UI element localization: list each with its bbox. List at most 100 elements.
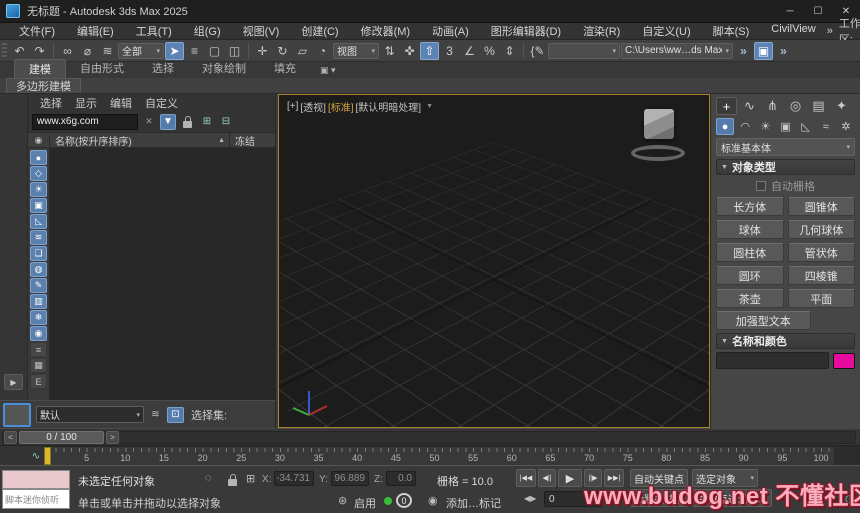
spinner-arrows-icon[interactable]: ▲ ▼ bbox=[592, 495, 597, 504]
collapse-tree-icon[interactable]: ⊟ bbox=[218, 114, 234, 130]
display-groups-icon[interactable]: ❏ bbox=[30, 246, 47, 261]
add-time-tag[interactable]: 添加…标记 bbox=[446, 495, 501, 511]
menu-item-10[interactable]: 自定义(U) bbox=[631, 23, 701, 39]
primitive-button-5[interactable]: 管状体 bbox=[787, 243, 855, 262]
explorer-menu-select[interactable]: 选择 bbox=[40, 95, 62, 111]
next-frame-button[interactable]: ||▶ bbox=[584, 469, 602, 487]
menu-item-4[interactable]: 视图(V) bbox=[232, 23, 291, 39]
frozen-column-header[interactable]: 冻结 bbox=[229, 132, 275, 148]
viewport-menu-pov[interactable]: [透视] bbox=[300, 99, 326, 114]
menu-item-7[interactable]: 动画(A) bbox=[421, 23, 480, 39]
selection-filter-dropdown[interactable]: 全部 ▾ bbox=[118, 42, 164, 59]
display-containers-icon[interactable]: ▥ bbox=[30, 294, 47, 309]
menu-item-5[interactable]: 创建(C) bbox=[290, 23, 349, 39]
menu-item-12[interactable]: CivilView bbox=[760, 23, 826, 39]
goto-end-button[interactable]: ▶▶| bbox=[604, 469, 624, 487]
macro-recorder-field[interactable] bbox=[2, 470, 70, 489]
select-rotate-icon[interactable]: ↻ bbox=[273, 42, 292, 60]
current-frame-marker[interactable] bbox=[44, 447, 51, 465]
ribbon-tab-3[interactable]: 对象绘制 bbox=[188, 59, 260, 78]
selection-lock-icon[interactable] bbox=[228, 474, 237, 486]
name-color-rollout[interactable]: ▼ 名称和颜色 bbox=[716, 333, 855, 349]
select-move-icon[interactable]: ✛ bbox=[253, 42, 272, 60]
visibility-column-icon[interactable]: ◉ bbox=[28, 134, 50, 146]
open-panel-button[interactable]: ▶ bbox=[4, 374, 23, 390]
utilities-tab[interactable]: ✦ bbox=[831, 97, 852, 115]
display-cameras-icon[interactable]: ▣ bbox=[30, 198, 47, 213]
angle-snap-icon[interactable]: ∠ bbox=[460, 42, 479, 60]
select-scale-icon[interactable]: ▱ bbox=[293, 42, 312, 60]
primitive-button-3[interactable]: 几何球体 bbox=[787, 220, 855, 239]
autogrid-checkbox[interactable] bbox=[756, 181, 766, 191]
expand-all-icon[interactable]: E bbox=[30, 374, 47, 389]
explorer-menu-display[interactable]: 显示 bbox=[75, 95, 97, 111]
viewport-menu-shading[interactable]: [默认明暗处理] bbox=[356, 99, 422, 114]
viewport-menu-standard[interactable]: [标准] bbox=[328, 99, 354, 114]
clear-search-icon[interactable]: ✕ bbox=[141, 114, 157, 130]
isolate-selection-icon[interactable]: ◌ bbox=[205, 472, 212, 484]
object-type-rollout[interactable]: ▼ 对象类型 bbox=[716, 159, 855, 175]
selection-region-icon[interactable]: ▢ bbox=[205, 42, 224, 60]
ribbon-toggle-icon[interactable]: ▣ ▾ bbox=[320, 65, 336, 78]
primitive-button-2[interactable]: 球体 bbox=[716, 220, 784, 239]
primitive-button-8[interactable]: 茶壶 bbox=[716, 289, 784, 308]
explorer-object-list[interactable] bbox=[50, 148, 275, 400]
menu-overflow-chevron[interactable]: » bbox=[827, 25, 833, 37]
create-tab[interactable]: + bbox=[716, 97, 737, 115]
redo-icon[interactable]: ↷ bbox=[30, 42, 49, 60]
ribbon-tab-4[interactable]: 填充 bbox=[260, 59, 310, 78]
modify-tab[interactable]: ∿ bbox=[739, 97, 760, 115]
maxscript-listener-field[interactable]: 脚本迷你侦听 bbox=[2, 489, 70, 509]
select-object-icon[interactable]: ➤ bbox=[165, 41, 184, 60]
cameras-category-icon[interactable]: ▣ bbox=[776, 118, 794, 135]
primitive-button-6[interactable]: 圆环 bbox=[716, 266, 784, 285]
play-button[interactable]: ▶ bbox=[558, 469, 582, 487]
bind-spacewarp-icon[interactable]: ≋ bbox=[98, 42, 117, 60]
x-coordinate-field[interactable]: -34.731 bbox=[274, 471, 314, 486]
hierarchy-tab[interactable]: ⋔ bbox=[762, 97, 783, 115]
object-class-dropdown[interactable]: 标准基本体 ▾ bbox=[716, 138, 855, 156]
menu-item-11[interactable]: 脚本(S) bbox=[702, 23, 761, 39]
edit-named-selections-icon[interactable]: {✎ bbox=[528, 42, 547, 60]
ribbon-panel-poly-modeling[interactable]: 多边形建模 bbox=[6, 78, 81, 93]
time-configuration-icon[interactable]: ◷ bbox=[845, 492, 855, 505]
geometry-category-icon[interactable]: ● bbox=[716, 118, 735, 135]
object-color-swatch[interactable] bbox=[833, 352, 855, 369]
ribbon-tab-0[interactable]: 建模 bbox=[14, 59, 66, 78]
time-slider-track[interactable] bbox=[2, 431, 856, 444]
mini-curve-editor-icon[interactable]: ∿ bbox=[29, 449, 43, 463]
menu-item-3[interactable]: 组(G) bbox=[183, 23, 232, 39]
steering-wheel-icon[interactable]: ◉ bbox=[428, 494, 438, 507]
display-xrefs-icon[interactable]: ◍ bbox=[30, 262, 47, 277]
primitive-button-1[interactable]: 圆锥体 bbox=[787, 197, 855, 216]
enable-count-badge[interactable]: 0 bbox=[396, 493, 412, 508]
absolute-offset-icon[interactable]: ⊞ bbox=[246, 472, 255, 485]
layers-icon[interactable]: ≋ bbox=[147, 407, 164, 423]
select-manipulate-icon[interactable]: ✜ bbox=[400, 42, 419, 60]
view-cube-box[interactable] bbox=[644, 109, 674, 139]
spacewarps-category-icon[interactable]: ≈ bbox=[817, 118, 835, 135]
display-lights-icon[interactable]: ☀ bbox=[30, 182, 47, 197]
display-tab[interactable]: ▤ bbox=[808, 97, 829, 115]
selection-set-combo[interactable]: 默认 ▾ bbox=[36, 406, 144, 423]
current-frame-field[interactable]: 0 ▲ ▼ bbox=[544, 491, 602, 507]
viewport-menu-general[interactable]: [+] bbox=[287, 101, 298, 112]
lock-explorer-icon[interactable] bbox=[183, 115, 192, 128]
motion-tab[interactable]: ◎ bbox=[785, 97, 806, 115]
display-geometry-icon[interactable]: ● bbox=[30, 150, 47, 165]
ribbon-tab-2[interactable]: 选择 bbox=[138, 59, 188, 78]
primitive-button-0[interactable]: 长方体 bbox=[716, 197, 784, 216]
select-by-name-icon[interactable]: ≡ bbox=[185, 42, 204, 60]
percent-snap-icon[interactable]: % bbox=[480, 42, 499, 60]
lights-category-icon[interactable]: ☀ bbox=[756, 118, 774, 135]
name-column-header[interactable]: 名称(按升序排序) ▲ bbox=[50, 133, 229, 148]
explorer-menu-edit[interactable]: 编辑 bbox=[110, 95, 132, 111]
object-name-field[interactable] bbox=[716, 352, 829, 369]
minimize-button[interactable]: ─ bbox=[776, 0, 804, 22]
primitive-button-9[interactable]: 平面 bbox=[787, 289, 855, 308]
text-plus-button[interactable]: 加强型文本 bbox=[716, 311, 811, 330]
systems-category-icon[interactable]: ✲ bbox=[837, 118, 855, 135]
snap-toggle-icon[interactable]: 3 bbox=[440, 42, 459, 60]
set-key-button[interactable]: 设置关键点 bbox=[630, 489, 688, 507]
goto-start-button[interactable]: |◀◀ bbox=[516, 469, 536, 487]
